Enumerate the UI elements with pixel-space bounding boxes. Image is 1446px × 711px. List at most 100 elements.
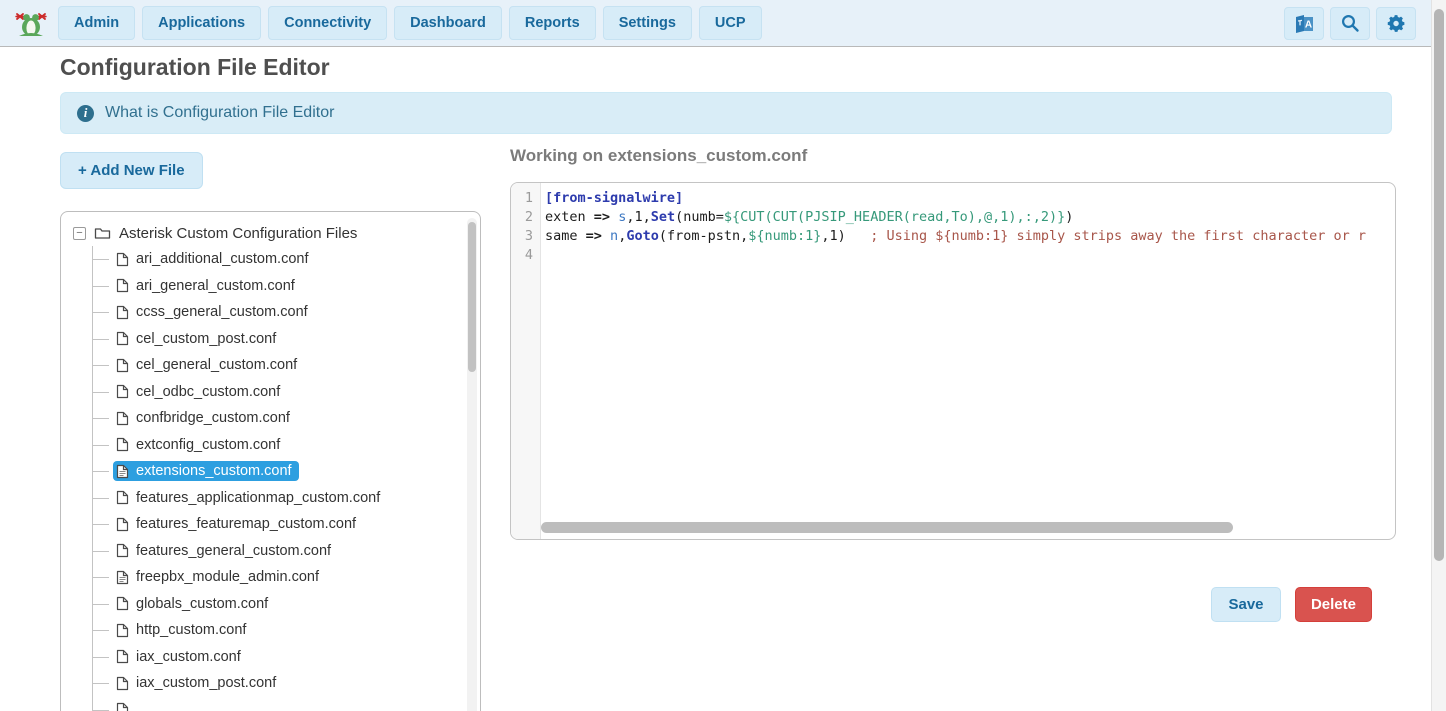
gear-icon bbox=[1386, 13, 1407, 34]
code-line[interactable]: exten => s,1,Set(numb=${CUT(CUT(PJSIP_HE… bbox=[545, 208, 1395, 227]
tree-item-cel_general_custom[interactable]: cel_general_custom.conf bbox=[93, 352, 480, 379]
tree-scrollbar[interactable] bbox=[467, 218, 477, 711]
navbar: AdminApplicationsConnectivityDashboardRe… bbox=[0, 0, 1446, 47]
file-icon bbox=[116, 649, 129, 664]
nav-item-settings[interactable]: Settings bbox=[603, 6, 692, 40]
working-on-heading: Working on extensions_custom.conf bbox=[510, 146, 807, 166]
file-text-icon bbox=[116, 464, 129, 479]
tree-item-ccss_general_custom[interactable]: ccss_general_custom.conf bbox=[93, 299, 480, 326]
language-icon: A bbox=[1294, 13, 1315, 33]
tree-item-extconfig_custom[interactable]: extconfig_custom.conf bbox=[93, 432, 480, 459]
tree-item-iax_custom_post[interactable]: iax_custom_post.conf bbox=[93, 670, 480, 697]
nav-item-applications[interactable]: Applications bbox=[142, 6, 261, 40]
nav-item-reports[interactable]: Reports bbox=[509, 6, 596, 40]
tree-item-confbridge_custom[interactable]: confbridge_custom.conf bbox=[93, 405, 480, 432]
tree-item-ari_additional_custom[interactable]: ari_additional_custom.conf bbox=[93, 246, 480, 273]
file-icon bbox=[116, 543, 129, 558]
file-icon bbox=[116, 384, 129, 399]
tree-root-label: Asterisk Custom Configuration Files bbox=[119, 225, 357, 242]
file-icon bbox=[116, 517, 129, 532]
nav-item-admin[interactable]: Admin bbox=[58, 6, 135, 40]
tree-item-ari_general_custom[interactable]: ari_general_custom.conf bbox=[93, 273, 480, 300]
file-name-label: http_custom.conf bbox=[136, 622, 246, 638]
file-name-label: globals_custom.conf bbox=[136, 596, 268, 612]
tree-item-cel_custom_post[interactable]: cel_custom_post.conf bbox=[93, 326, 480, 353]
file-icon bbox=[116, 676, 129, 691]
file-name-label: extconfig_custom.conf bbox=[136, 437, 280, 453]
search-button[interactable] bbox=[1330, 7, 1370, 40]
page-title: Configuration File Editor bbox=[60, 54, 330, 81]
tree-item-extensions_custom[interactable]: extensions_custom.conf bbox=[93, 458, 480, 485]
code-editor[interactable]: 1234 [from-signalwire]exten => s,1,Set(n… bbox=[510, 182, 1396, 540]
file-name-label: ari_additional_custom.conf bbox=[136, 251, 309, 267]
nav-item-connectivity[interactable]: Connectivity bbox=[268, 6, 387, 40]
add-new-file-button[interactable]: + Add New File bbox=[60, 152, 203, 189]
file-name-label: cel_odbc_custom.conf bbox=[136, 384, 280, 400]
file-tree-panel: − Asterisk Custom Configuration Files ar… bbox=[60, 211, 481, 711]
file-name-label: ari_general_custom.conf bbox=[136, 278, 295, 294]
info-icon: i bbox=[77, 105, 94, 122]
file-name-label: extensions_custom.conf bbox=[136, 463, 292, 479]
folder-icon bbox=[94, 226, 111, 240]
tree-children: ari_additional_custom.conf ari_general_cu… bbox=[92, 246, 480, 711]
code-line[interactable]: same => n,Goto(from-pstn,${numb:1},1) ; … bbox=[545, 227, 1395, 246]
delete-button[interactable]: Delete bbox=[1295, 587, 1372, 622]
editor-horizontal-scrollbar-thumb[interactable] bbox=[541, 522, 1233, 533]
file-icon bbox=[116, 437, 129, 452]
line-number-gutter: 1234 bbox=[511, 183, 541, 539]
line-number: 1 bbox=[511, 189, 540, 208]
navbar-right-icons: A bbox=[1284, 7, 1416, 40]
freepbx-logo[interactable] bbox=[14, 7, 48, 39]
svg-text:A: A bbox=[1304, 20, 1311, 31]
tree-item-features_featuremap_custom[interactable]: features_featuremap_custom.conf bbox=[93, 511, 480, 538]
file-text-icon bbox=[116, 570, 129, 585]
tree-item-features_applicationmap_custom[interactable]: features_applicationmap_custom.conf bbox=[93, 485, 480, 512]
file-name-label: cel_custom_post.conf bbox=[136, 331, 276, 347]
page-scrollbar[interactable] bbox=[1431, 0, 1446, 711]
info-alert[interactable]: i What is Configuration File Editor bbox=[60, 92, 1392, 134]
file-name-label: cel_general_custom.conf bbox=[136, 357, 297, 373]
file-name-label: features_featuremap_custom.conf bbox=[136, 516, 356, 532]
tree-item-globals_custom[interactable]: globals_custom.conf bbox=[93, 591, 480, 618]
tree-item-features_general_custom[interactable]: features_general_custom.conf bbox=[93, 538, 480, 565]
code-line[interactable]: [from-signalwire] bbox=[545, 189, 1395, 208]
file-icon bbox=[116, 305, 129, 320]
file-icon bbox=[116, 623, 129, 638]
save-button[interactable]: Save bbox=[1211, 587, 1280, 622]
tree-root-folder[interactable]: − Asterisk Custom Configuration Files bbox=[73, 220, 480, 246]
nav-item-dashboard[interactable]: Dashboard bbox=[394, 6, 502, 40]
tree-item-freepbx_module_admin[interactable]: freepbx_module_admin.conf bbox=[93, 564, 480, 591]
tree-scrollbar-thumb[interactable] bbox=[468, 222, 476, 372]
language-button[interactable]: A bbox=[1284, 7, 1324, 40]
tree-item-http_custom[interactable]: http_custom.conf bbox=[93, 617, 480, 644]
file-icon bbox=[116, 252, 129, 267]
tree-item-cel_odbc_custom[interactable]: cel_odbc_custom.conf bbox=[93, 379, 480, 406]
line-number: 4 bbox=[511, 246, 540, 265]
line-number: 3 bbox=[511, 227, 540, 246]
file-name-label: features_general_custom.conf bbox=[136, 543, 331, 559]
tree-item-iax_custom[interactable]: iax_custom.conf bbox=[93, 644, 480, 671]
file-icon bbox=[116, 358, 129, 373]
code-content[interactable]: [from-signalwire]exten => s,1,Set(numb=$… bbox=[545, 189, 1395, 265]
line-number: 2 bbox=[511, 208, 540, 227]
file-icon bbox=[116, 702, 129, 711]
editor-actions: Save Delete bbox=[510, 587, 1372, 622]
main-menu: AdminApplicationsConnectivityDashboardRe… bbox=[58, 6, 762, 40]
file-name-label: iax_custom_post.conf bbox=[136, 675, 276, 691]
file-name-label: iax_custom.conf bbox=[136, 649, 241, 665]
file-icon bbox=[116, 411, 129, 426]
search-icon bbox=[1340, 13, 1360, 33]
settings-button[interactable] bbox=[1376, 7, 1416, 40]
file-name-label: freepbx_module_admin.conf bbox=[136, 569, 319, 585]
code-line[interactable] bbox=[545, 246, 1395, 265]
collapse-icon[interactable]: − bbox=[73, 227, 86, 240]
page-scrollbar-thumb[interactable] bbox=[1434, 9, 1444, 561]
file-name-label: confbridge_custom.conf bbox=[136, 410, 290, 426]
nav-item-ucp[interactable]: UCP bbox=[699, 6, 762, 40]
tree-item-partial[interactable] bbox=[93, 697, 480, 711]
file-icon bbox=[116, 490, 129, 505]
file-name-label: features_applicationmap_custom.conf bbox=[136, 490, 380, 506]
info-alert-text: What is Configuration File Editor bbox=[105, 104, 334, 122]
file-icon bbox=[116, 596, 129, 611]
file-icon bbox=[116, 278, 129, 293]
